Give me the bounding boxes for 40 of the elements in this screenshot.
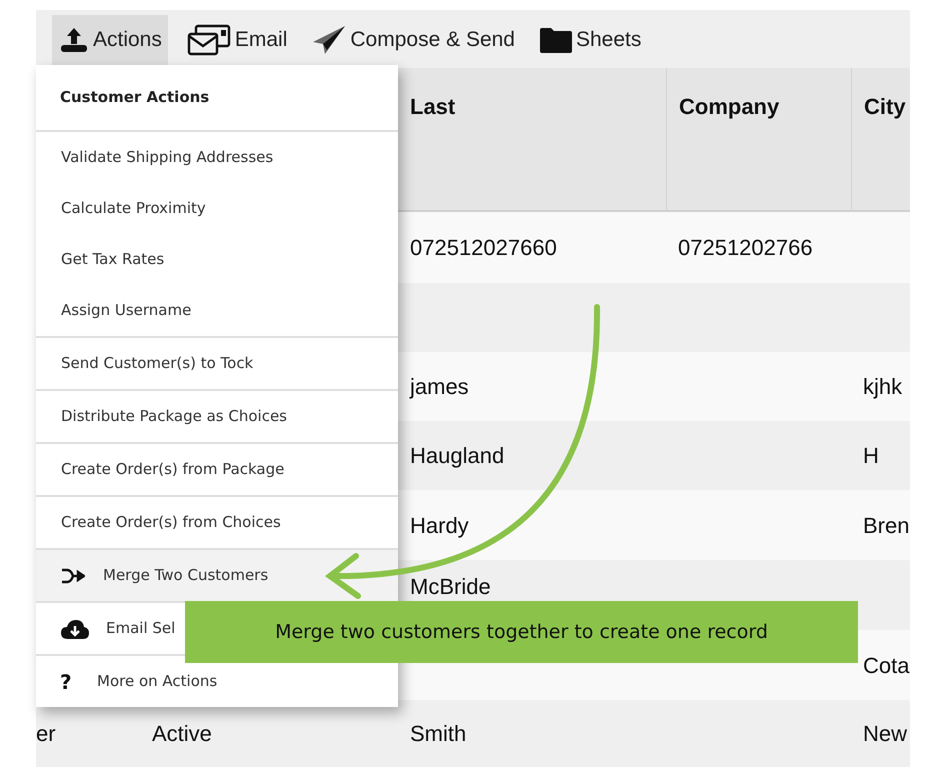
table-cell-text: Smith [410,720,466,748]
envelope-icon [186,23,232,57]
toolbar-button[interactable]: Email [180,15,294,65]
table-cell-text: 072512027660 [410,234,557,262]
paper-plane-icon [311,24,348,56]
menu-item[interactable]: Validate Shipping Addresses [36,132,398,183]
menu-item[interactable]: Merge Two Customers [36,550,398,601]
menu-item[interactable]: Send Customer(s) to Tock [36,338,398,389]
menu-item[interactable]: Create Order(s) from Package [36,444,398,495]
table-cell-text: james [410,373,469,401]
menu-item[interactable]: ? More on Actions [36,656,398,707]
callout-tooltip: Merge two customers together to create one record [185,601,858,663]
column-header: Last [410,94,456,119]
table-cell-text: McBride [410,573,491,601]
merge-icon [61,566,85,584]
folder-icon [539,26,573,54]
table-cell-text: Cota [863,652,910,680]
table-cell-text: H [863,442,879,470]
menu-item[interactable]: Distribute Package as Choices [36,391,398,442]
table-cell-text: Bren [863,512,910,540]
table-cell-text: New [863,720,908,748]
upload-icon [58,26,90,54]
toolbar-button[interactable]: Sheets [533,15,648,65]
table-cell-text: 07251202766 [678,234,813,262]
table-cell-text: Hardy [410,512,469,540]
table-cell-text: Active [152,720,212,748]
menu-item[interactable]: Get Tax Rates [36,234,398,285]
menu-item[interactable]: Create Order(s) from Choices [36,497,398,548]
cloud-download-icon [60,618,90,640]
column-header: City [864,94,906,119]
help-icon: ? [60,666,80,696]
toolbar-button[interactable]: Actions [52,15,168,65]
table-cell-text: kjhk [863,373,902,401]
menu-item[interactable]: Calculate Proximity [36,183,398,234]
table-cell-text: er [36,720,56,748]
menu-title: Customer Actions [60,87,210,108]
toolbar-button[interactable]: Compose & Send [305,15,521,65]
column-header: Company [679,94,780,119]
table-cell-text: Haugland [410,442,504,470]
menu-item[interactable]: Assign Username [36,285,398,336]
